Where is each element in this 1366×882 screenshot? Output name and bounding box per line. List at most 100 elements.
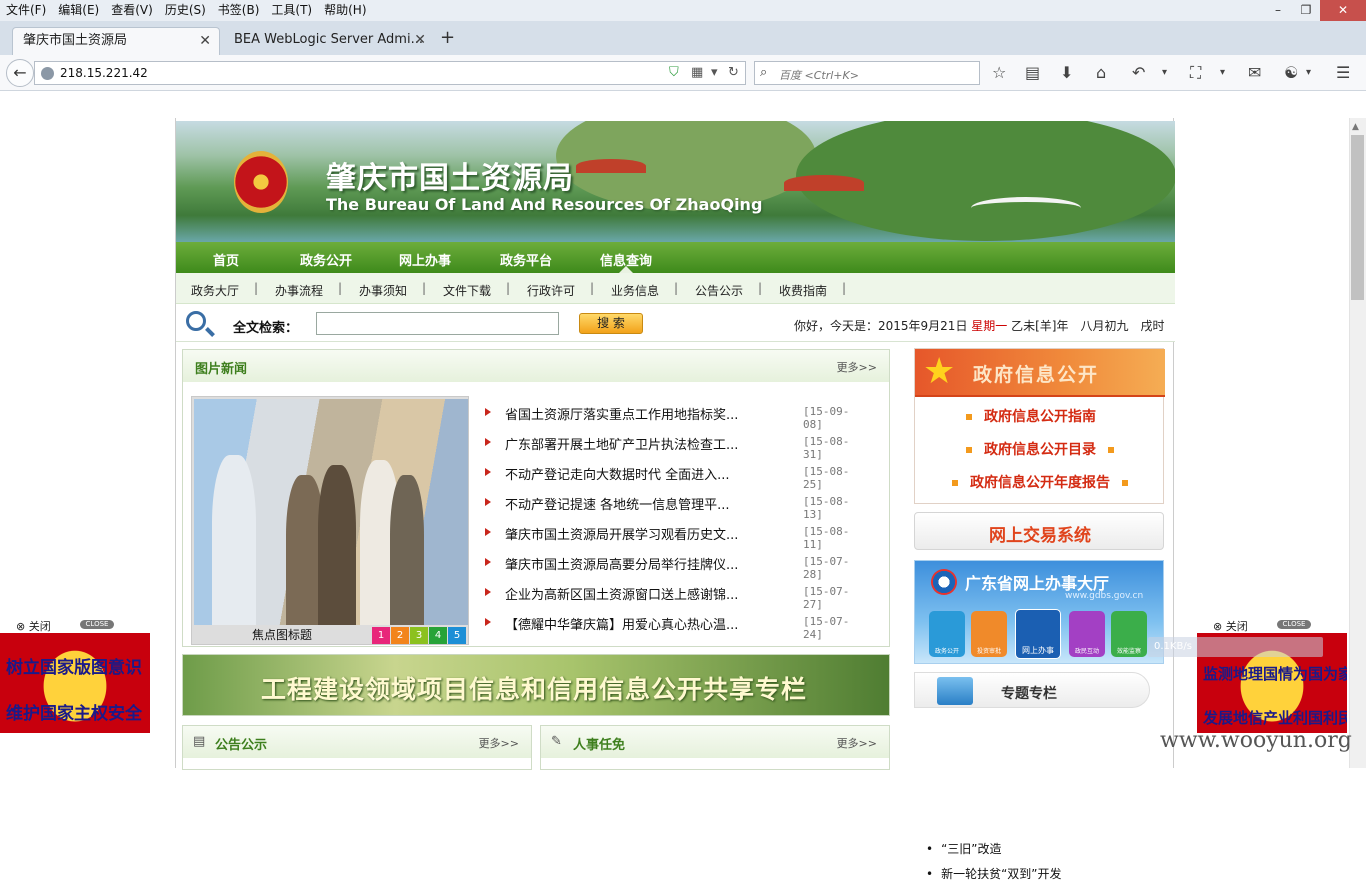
news-photo[interactable] [194,399,468,625]
addon-dropdown-icon[interactable]: ▾ [1306,67,1311,78]
minimize-button[interactable]: – [1264,0,1292,21]
gov-affairs-icon[interactable]: 政务公开 [929,611,965,657]
gd-online-hall-banner[interactable]: 广东省网上办事大厅 www.gdbs.gov.cn 政务公开 投资审批 网上办事… [914,560,1164,664]
maximize-button[interactable]: ❐ [1292,0,1320,21]
info-public-catalog-link[interactable]: 政府信息公开目录 [915,439,1165,459]
subnav-item[interactable]: 收费指南 [779,282,827,299]
search-box[interactable]: ⌕ 百度 <Ctrl+K> [754,61,980,85]
topic-text[interactable]: 新一轮扶贫“双到”开发 [941,867,1061,881]
news-item[interactable]: 广东部署开展土地矿产卫片执法检查工... [15-08-31] [485,428,865,461]
ad-image[interactable]: 树立国家版图意识 维护国家主权安全 [0,633,150,733]
pager-3[interactable]: 3 [410,627,428,644]
search-button[interactable]: 搜 索 [579,313,643,334]
focus-photo[interactable]: 焦点图标题 1 2 3 4 5 [191,396,469,645]
dropdown-icon[interactable]: ▾ [711,65,718,80]
news-title[interactable]: 肇庆市国土资源局高要分局举行挂牌仪... [505,554,765,573]
nav-gov-affairs[interactable]: 政务公开 [300,250,352,269]
efficiency-supervision-icon[interactable]: 效能监察 [1111,611,1147,657]
crop-icon[interactable]: ⛶ [1190,63,1201,83]
subnav-item[interactable]: 文件下载 [443,282,491,299]
subnav-item[interactable]: 政务大厅 [191,282,239,299]
nav-platform[interactable]: 政务平台 [500,250,552,269]
pager-4[interactable]: 4 [429,627,447,644]
fulltext-search-input[interactable] [316,312,559,335]
news-title[interactable]: 省国土资源厅落实重点工作用地指标奖... [505,404,765,423]
online-trade-button[interactable]: 网上交易系统 [914,512,1164,550]
news-title[interactable]: 肇庆市国土资源局开展学习观看历史文... [505,524,765,543]
menu-view[interactable]: 查看(V) [105,0,159,21]
subnav-item[interactable]: 业务信息 [611,282,659,299]
news-title[interactable]: 不动产登记走向大数据时代 全面进入... [505,464,765,483]
menu-help[interactable]: 帮助(H) [318,0,372,21]
citizen-interaction-icon[interactable]: 政民互动 [1069,611,1105,657]
addon-icon[interactable]: ☯ [1284,63,1298,82]
download-icon[interactable]: ⬇ [1060,63,1073,82]
link-text[interactable]: 政府信息公开指南 [984,409,1096,425]
home-icon[interactable]: ⌂ [1096,63,1106,82]
ad-close-link[interactable]: ⊗ 关闭 [1213,618,1248,634]
undo-dropdown-icon[interactable]: ▾ [1162,67,1167,78]
menu-bookmarks[interactable]: 书签(B) [212,0,266,21]
menu-edit[interactable]: 编辑(E) [52,0,105,21]
info-public-guide-link[interactable]: 政府信息公开指南 [915,406,1165,426]
news-title[interactable]: 企业为高新区国土资源窗口送上感谢锦... [505,584,765,603]
ad-close-badge[interactable]: CLOSE [80,620,114,629]
url-bar[interactable]: 218.15.221.42 ⛉ ▦ ▾ ↻ [34,61,746,85]
tab-zhaoqing[interactable]: 肇庆市国土资源局 ✕ [12,27,220,55]
news-title[interactable]: 不动产登记提速 各地统一信息管理平... [505,494,765,513]
shield-icon[interactable]: ⛉ [669,65,679,80]
scroll-up-icon[interactable]: ▲ [1352,122,1359,132]
subnav-item[interactable]: 公告公示 [695,282,743,299]
link-text[interactable]: 政府信息公开目录 [984,442,1096,458]
menu-file[interactable]: 文件(F) [0,0,52,21]
bookmark-star-icon[interactable]: ☆ [992,63,1006,82]
window-close-button[interactable]: ✕ [1320,0,1366,21]
close-tab-icon[interactable]: ✕ [199,28,211,54]
crop-dropdown-icon[interactable]: ▾ [1220,67,1225,78]
news-item[interactable]: 省国土资源厅落实重点工作用地指标奖... [15-09-08] [485,398,865,431]
ad-close-badge[interactable]: CLOSE [1277,620,1311,629]
scrollbar-thumb[interactable] [1351,135,1364,300]
qr-icon[interactable]: ▦ [691,65,703,80]
news-title[interactable]: 广东部署开展土地矿产卫片执法检查工... [505,434,765,453]
online-service-icon[interactable]: 网上办事 [1015,609,1061,659]
more-link[interactable]: 更多>> [837,359,877,375]
hamburger-menu-icon[interactable]: ☰ [1336,63,1350,82]
promo-banner[interactable]: 工程建设领域项目信息和信用信息公开共享专栏 [182,654,890,716]
menu-tools[interactable]: 工具(T) [265,0,318,21]
subnav-item[interactable]: 办事须知 [359,282,407,299]
investment-approval-icon[interactable]: 投资审批 [971,611,1007,657]
pager-5[interactable]: 5 [448,627,466,644]
news-item[interactable]: 不动产登记提速 各地统一信息管理平... [15-08-13] [485,488,865,521]
nav-online-service[interactable]: 网上办事 [399,250,451,269]
news-item[interactable]: 肇庆市国土资源局开展学习观看历史文... [15-08-11] [485,518,865,551]
subnav-item[interactable]: 行政许可 [527,282,575,299]
tab-weblogic[interactable]: BEA WebLogic Server Admi... ✕ [224,27,434,55]
nav-home[interactable]: 首页 [213,250,239,269]
news-item[interactable]: 肇庆市国土资源局高要分局举行挂牌仪... [15-07-28] [485,548,865,581]
pager-2[interactable]: 2 [391,627,409,644]
more-link[interactable]: 更多>> [479,735,519,751]
menu-history[interactable]: 历史(S) [159,0,212,21]
tab-label: 肇庆市国土资源局 [23,33,128,48]
ad-close-link[interactable]: ⊗ 关闭 [16,618,51,634]
pager-1[interactable]: 1 [372,627,390,644]
new-tab-button[interactable]: + [440,27,455,48]
reading-list-icon[interactable]: ▤ [1025,63,1040,82]
news-item[interactable]: 不动产登记走向大数据时代 全面进入... [15-08-25] [485,458,865,491]
topic-item[interactable]: 新一轮扶贫“双到”开发 [926,865,1061,882]
link-text[interactable]: 政府信息公开年度报告 [970,475,1110,491]
news-item[interactable]: 【德耀中华肇庆篇】用爱心真心热心温... [15-07-24] [485,608,865,641]
close-tab-icon[interactable]: ✕ [414,27,426,53]
undo-icon[interactable]: ↶ [1132,63,1145,82]
topic-item[interactable]: “三旧”改造 [926,840,1001,857]
more-link[interactable]: 更多>> [837,735,877,751]
reload-icon[interactable]: ↻ [728,65,739,80]
subnav-item[interactable]: 办事流程 [275,282,323,299]
back-button[interactable]: ← [6,59,34,87]
news-item[interactable]: 企业为高新区国土资源窗口送上感谢锦... [15-07-27] [485,578,865,611]
topic-text[interactable]: “三旧”改造 [941,842,1001,856]
info-public-report-link[interactable]: 政府信息公开年度报告 [915,472,1165,492]
chat-icon[interactable]: ✉ [1248,63,1261,82]
news-title[interactable]: 【德耀中华肇庆篇】用爱心真心热心温... [505,614,765,633]
